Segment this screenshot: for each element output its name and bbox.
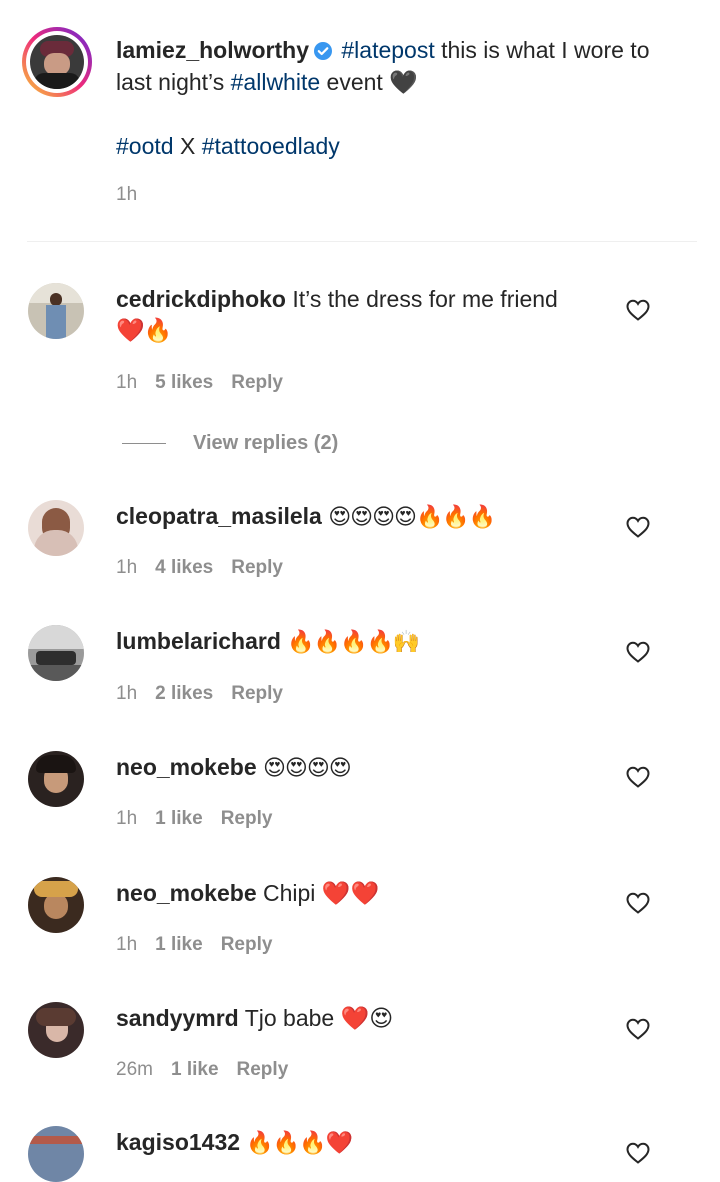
likes-count[interactable]: 4 likes [155, 557, 213, 578]
like-heart-icon[interactable] [625, 298, 651, 322]
post-author-username[interactable]: lamiez_holworthy [116, 37, 309, 63]
reply-button[interactable]: Reply [221, 808, 273, 829]
reply-button[interactable]: Reply [231, 557, 283, 578]
comment-time: 1h [116, 372, 138, 393]
post-time: 1h [116, 184, 138, 205]
comment-time: 26m [116, 1059, 153, 1080]
hashtag-link[interactable]: #ootd [116, 133, 174, 159]
comment-text: kagiso1432 🔥🔥🔥❤️ [116, 1129, 353, 1156]
comment-username[interactable]: cleopatra_masilela [116, 503, 322, 529]
comment-username[interactable]: kagiso1432 [116, 1129, 240, 1155]
comment-meta: 1h 1 like Reply [116, 934, 290, 956]
view-replies-line [122, 443, 166, 444]
comment-text: neo_mokebe 😍😍😍😍 [116, 754, 352, 781]
like-heart-icon[interactable] [625, 1141, 651, 1165]
reply-button[interactable]: Reply [221, 934, 273, 955]
comment-username[interactable]: sandyymrd [116, 1005, 239, 1031]
avatar[interactable] [28, 1126, 84, 1182]
reply-button[interactable]: Reply [231, 683, 283, 704]
comment-time: 1h [116, 557, 138, 578]
caption-segment: event [320, 69, 390, 95]
post-author-avatar[interactable] [22, 27, 92, 97]
like-heart-icon[interactable] [625, 891, 651, 915]
comment-text: neo_mokebe Chipi ❤️❤️ [116, 880, 380, 906]
hashtag-link[interactable]: #tattooedlady [202, 133, 340, 159]
comment-meta: 1h 1 like Reply [116, 808, 290, 830]
comment-meta: 1h 4 likes Reply [116, 557, 301, 579]
view-replies-button[interactable]: View replies (2) [193, 432, 338, 455]
likes-count[interactable]: 1 like [155, 808, 203, 829]
reply-button[interactable]: Reply [231, 372, 283, 393]
comment-text: lumbelarichard 🔥🔥🔥🔥🙌 [116, 628, 420, 655]
likes-count[interactable]: 1 like [171, 1059, 219, 1080]
verified-badge-icon [313, 42, 332, 60]
like-heart-icon[interactable] [625, 640, 651, 664]
like-heart-icon[interactable] [625, 515, 651, 539]
caption-hashtags: #ootd X #tattooedlady [116, 130, 676, 162]
caption-segment: X [173, 133, 202, 159]
comment-meta: 26m 1 like Reply [116, 1059, 306, 1081]
comment-time: 1h [116, 683, 138, 704]
comment-meta: 1h 2 likes Reply [116, 683, 301, 705]
comment-username[interactable]: neo_mokebe [116, 754, 257, 780]
comment-meta: 1h 5 likes Reply [116, 372, 301, 394]
comment-text: sandyymrd Tjo babe ❤️😍 [116, 1005, 394, 1031]
avatar[interactable] [28, 500, 84, 556]
hashtag-link[interactable]: #allwhite [231, 69, 321, 95]
like-heart-icon[interactable] [625, 1017, 651, 1041]
comment-emoji-line: ❤️🔥 [116, 318, 172, 344]
caption-segment: 🖤 [389, 69, 418, 95]
post-caption: lamiez_holworthy #latepost this is what … [116, 34, 676, 162]
avatar[interactable] [28, 283, 84, 339]
comment-username[interactable]: lumbelarichard [116, 628, 281, 654]
avatar[interactable] [28, 877, 84, 933]
divider [27, 241, 697, 242]
comment-username[interactable]: neo_mokebe [116, 880, 257, 906]
comment-time: 1h [116, 934, 138, 955]
avatar[interactable] [28, 1002, 84, 1058]
avatar[interactable] [28, 751, 84, 807]
comment-text: cleopatra_masilela 😍😍😍😍🔥🔥🔥 [116, 503, 496, 530]
likes-count[interactable]: 1 like [155, 934, 203, 955]
likes-count[interactable]: 2 likes [155, 683, 213, 704]
comment-text: cedrickdiphoko It’s the dress for me fri… [116, 286, 558, 312]
reply-button[interactable]: Reply [237, 1059, 289, 1080]
hashtag-link[interactable]: #latepost [341, 37, 434, 63]
like-heart-icon[interactable] [625, 765, 651, 789]
avatar[interactable] [28, 625, 84, 681]
likes-count[interactable]: 5 likes [155, 372, 213, 393]
comment-username[interactable]: cedrickdiphoko [116, 286, 286, 312]
comment-time: 1h [116, 808, 138, 829]
